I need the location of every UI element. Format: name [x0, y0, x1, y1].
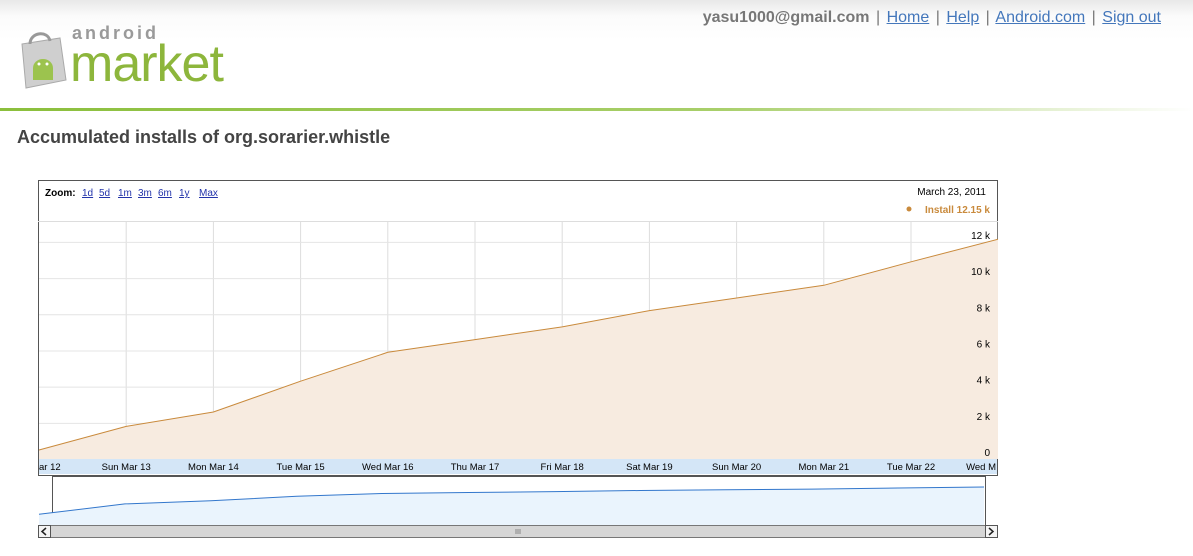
zoom-option-5d[interactable]: 5d	[99, 188, 110, 199]
y-tick-label: 6 k	[977, 339, 991, 350]
android-market-logo[interactable]: android market	[10, 20, 270, 93]
zoom-option-1m[interactable]: 1m	[118, 188, 132, 199]
user-email: yasu1000@gmail.com	[702, 9, 870, 26]
page-header: android market yasu1000@gmail.com | Home…	[0, 0, 1193, 112]
zoom-label: Zoom:	[45, 188, 76, 199]
scroll-left-button[interactable]	[38, 525, 51, 538]
zoom-option-6m[interactable]: 6m	[158, 188, 172, 199]
zoom-option-1d[interactable]: 1d	[82, 188, 93, 199]
legend-swatch	[906, 206, 912, 212]
market-bag-icon	[21, 32, 67, 89]
sign-out-link[interactable]: Sign out	[1102, 9, 1161, 26]
chart-date: March 23, 2011	[917, 187, 986, 198]
y-tick-label: 2 k	[977, 412, 991, 423]
x-tick-label: Wed M	[966, 462, 996, 473]
x-tick-label: Tue Mar 15	[276, 462, 324, 473]
android-com-link[interactable]: Android.com	[995, 9, 1085, 26]
home-link[interactable]: Home	[887, 9, 930, 26]
x-axis-band	[39, 459, 997, 474]
x-tick-label: Sun Mar 13	[102, 462, 151, 473]
x-tick-label: Mon Mar 21	[798, 462, 849, 473]
x-tick-label: Sat Mar 19	[626, 462, 672, 473]
logo-market-text: market	[70, 35, 224, 93]
installs-chart: Zoom: 1d 5d 1m 3m 6m 1y Max March 23, 2011 Ins…	[38, 180, 998, 538]
zoom-option-1y[interactable]: 1y	[179, 188, 190, 199]
x-tick-label: Wed Mar 16	[362, 462, 414, 473]
y-tick-label: 12 k	[971, 231, 991, 242]
y-tick-label: 10 k	[971, 267, 991, 278]
x-tick-label: Mon Mar 14	[188, 462, 239, 473]
top-nav: yasu1000@gmail.com | Home | Help | Andro…	[702, 9, 1161, 26]
zoom-option-Max[interactable]: Max	[199, 188, 218, 199]
x-tick-label: Thu Mar 17	[451, 462, 500, 473]
x-tick-label: Fri Mar 18	[541, 462, 584, 473]
y-tick-label: 8 k	[977, 303, 991, 314]
page-title: Accumulated installs of org.sorarier.whi…	[17, 127, 391, 147]
legend-text: Install 12.15 k	[925, 205, 990, 216]
x-tick-label: Tue Mar 22	[887, 462, 935, 473]
help-link[interactable]: Help	[946, 9, 979, 26]
chart-svg: Zoom: 1d 5d 1m 3m 6m 1y Max March 23, 2011 Ins…	[38, 180, 998, 538]
x-tick-label: Sun Mar 20	[712, 462, 761, 473]
y-tick-label: 4 k	[977, 376, 991, 387]
header-divider	[0, 108, 1193, 111]
zoom-option-3m[interactable]: 3m	[138, 188, 152, 199]
x-tick-label: ar 12	[39, 462, 61, 473]
scroll-right-button[interactable]	[985, 525, 998, 538]
y-tick-label: 0	[984, 448, 990, 459]
